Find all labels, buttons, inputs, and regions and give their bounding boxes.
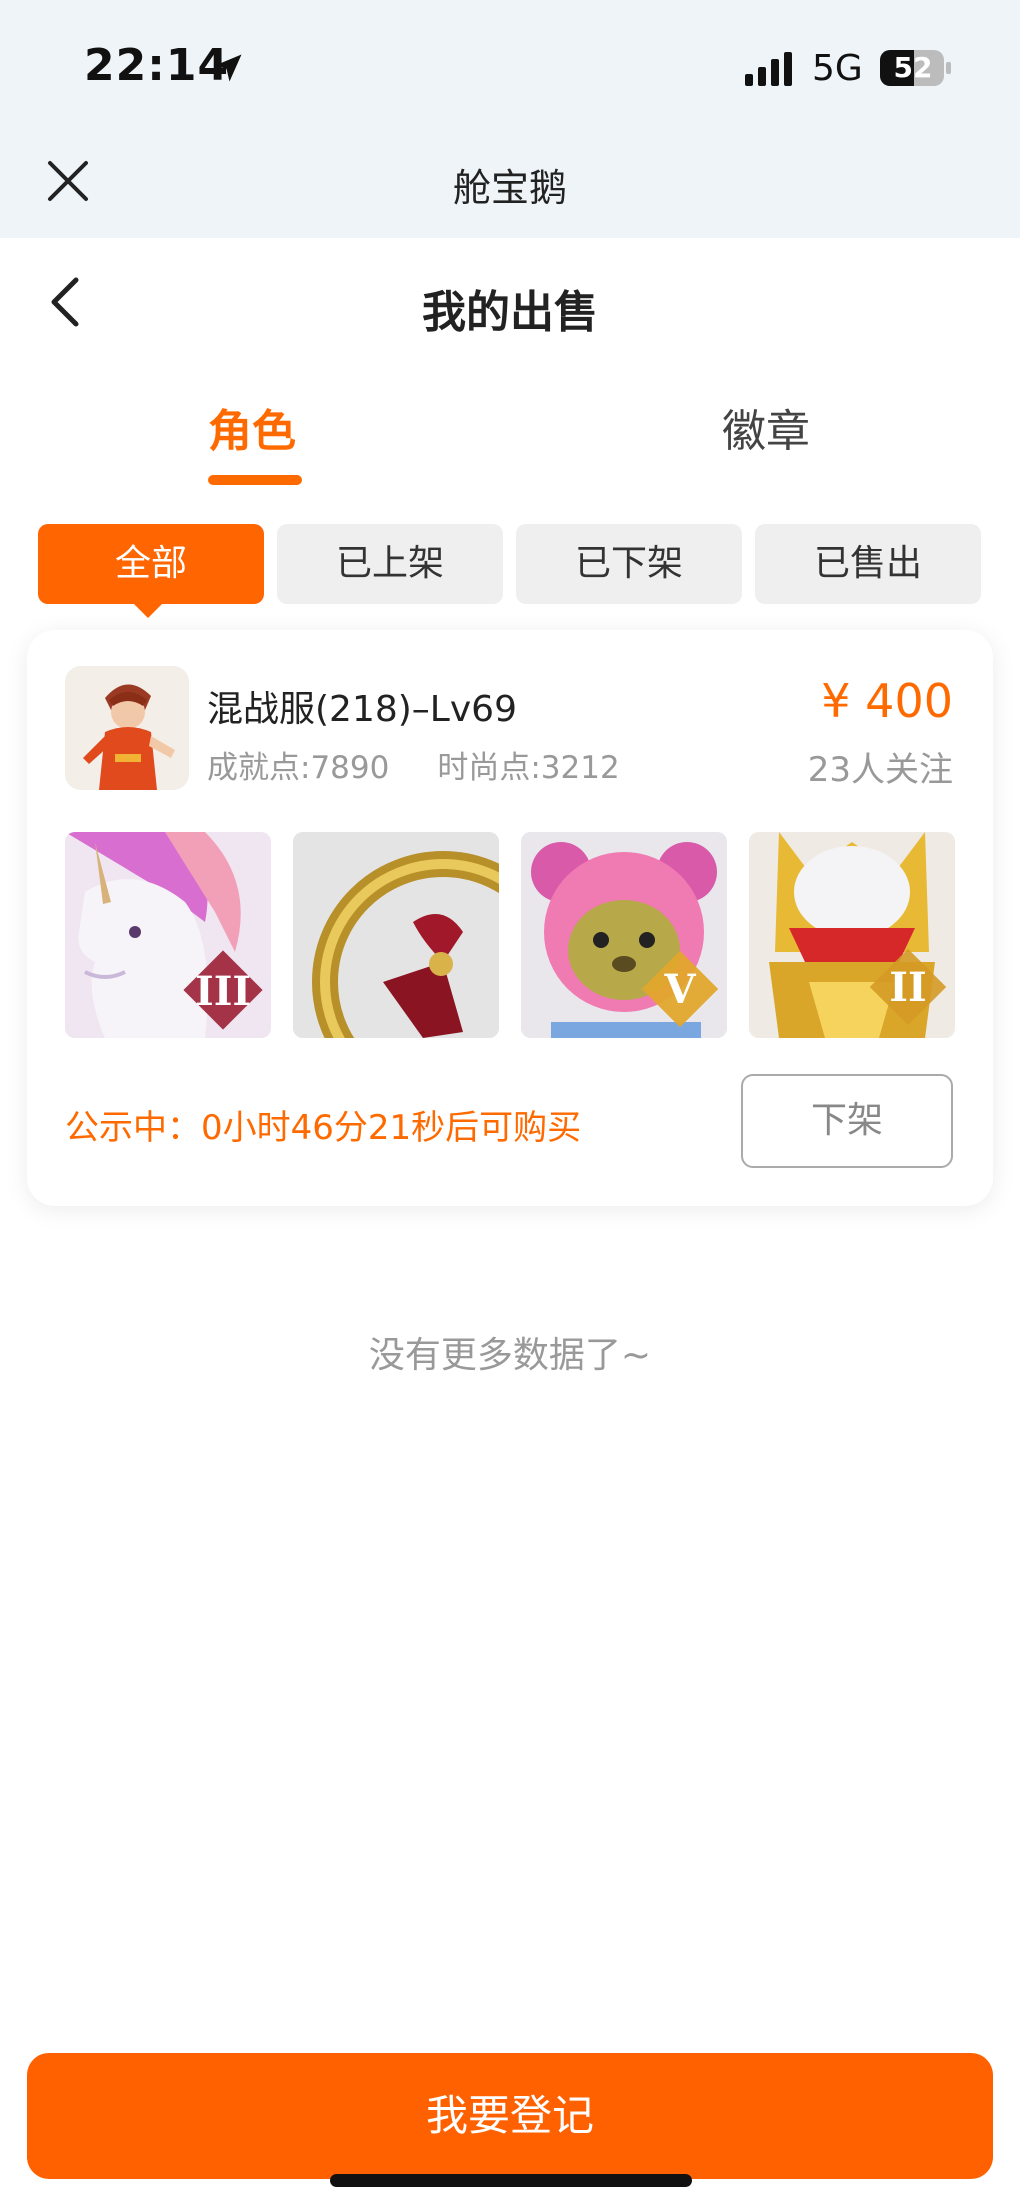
tab-active-indicator	[208, 475, 302, 485]
page-header: 我的出售	[0, 238, 1020, 368]
character-stats: 成就点:7890 时尚点:3212	[207, 742, 668, 787]
filter-all[interactable]: 全部	[38, 524, 264, 604]
server-level: 混战服(218)–Lv69	[207, 689, 517, 730]
character-avatar	[65, 666, 189, 790]
rank-label: II	[889, 964, 927, 1011]
achievement-points: 成就点:7890	[207, 750, 390, 786]
tab-role[interactable]: 角色	[208, 395, 296, 459]
item-thumb-ring[interactable]	[293, 832, 499, 1038]
follower-count: 23人关注	[807, 750, 953, 790]
rank-label: V	[664, 966, 696, 1013]
app-title: 舱宝鹅	[452, 166, 567, 210]
register-button[interactable]: 我要登记	[27, 2053, 993, 2179]
fashion-points: 时尚点:3212	[437, 750, 620, 786]
item-thumb-armor[interactable]: II	[749, 832, 955, 1038]
tab-badge[interactable]: 徽章	[722, 395, 810, 459]
delist-button[interactable]: 下架	[741, 1074, 953, 1168]
item-thumbnails: III V II	[65, 832, 955, 1040]
page-title: 我的出售	[422, 287, 598, 338]
battery-level: 52	[893, 51, 933, 84]
filter-pointer	[132, 602, 164, 618]
category-tabs: 角色 徽章	[0, 385, 1020, 495]
mini-app-titlebar: 舱宝鹅	[0, 135, 1020, 238]
filter-sold[interactable]: 已售出	[755, 524, 981, 604]
price: ¥ 400	[821, 674, 953, 728]
home-indicator	[330, 2174, 692, 2187]
location-arrow-icon	[214, 54, 242, 82]
item-thumb-bear[interactable]: V	[521, 832, 727, 1038]
filter-listed[interactable]: 已上架	[277, 524, 503, 604]
publicity-countdown: 公示中：0小时46分21秒后可购买	[65, 1108, 582, 1148]
status-time: 22:14	[84, 40, 230, 91]
rank-label: III	[195, 968, 252, 1015]
status-filters: 全部 已上架 已下架 已售出	[0, 524, 1020, 618]
status-bar: 22:14 5G 52	[0, 0, 1020, 135]
signal-icon	[745, 52, 792, 86]
no-more-data: 没有更多数据了~	[368, 1335, 652, 1376]
network-type: 5G	[812, 48, 863, 89]
listing-card[interactable]: 混战服(218)–Lv69 成就点:7890 时尚点:3212 ¥ 400 23人…	[27, 630, 993, 1206]
item-thumb-unicorn[interactable]: III	[65, 832, 271, 1038]
filter-delisted[interactable]: 已下架	[516, 524, 742, 604]
